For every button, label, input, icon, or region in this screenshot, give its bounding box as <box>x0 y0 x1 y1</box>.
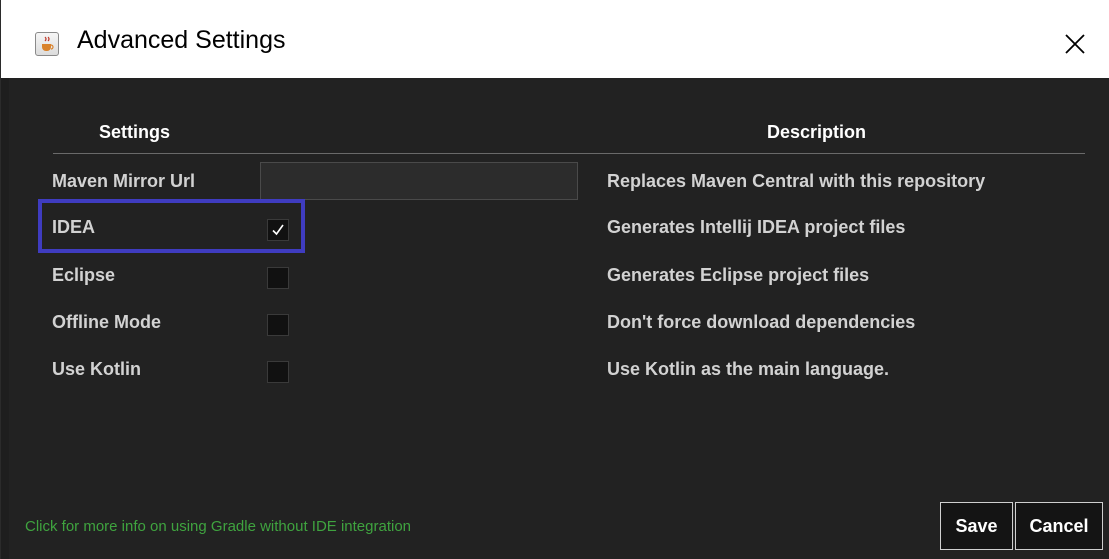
setting-label-offline-mode: Offline Mode <box>52 312 161 332</box>
save-button[interactable]: Save <box>940 502 1013 550</box>
settings-panel: Settings Description Maven Mirror Url Re… <box>1 78 1109 559</box>
maven-mirror-url-input[interactable] <box>260 162 578 200</box>
title-bar[interactable]: Advanced Settings <box>1 0 1109 78</box>
setting-description-use-kotlin: Use Kotlin as the main language. <box>607 359 890 379</box>
setting-description-idea: Generates Intellij IDEA project files <box>607 217 906 237</box>
header-divider <box>53 153 1085 154</box>
column-header-settings: Settings <box>99 122 171 142</box>
offline-mode-checkbox[interactable] <box>267 314 289 336</box>
close-icon[interactable] <box>1057 26 1093 62</box>
java-cup-icon <box>35 32 59 56</box>
advanced-settings-dialog: Advanced Settings Settings Description M… <box>0 0 1109 559</box>
setting-label-maven-mirror-url: Maven Mirror Url <box>52 171 196 191</box>
window-title: Advanced Settings <box>77 26 286 54</box>
use-kotlin-checkbox[interactable] <box>267 361 289 383</box>
idea-highlight-box <box>38 199 305 253</box>
setting-label-eclipse: Eclipse <box>52 265 116 285</box>
gradle-info-link[interactable]: Click for more info on using Gradle with… <box>25 518 411 535</box>
cancel-button[interactable]: Cancel <box>1015 502 1103 550</box>
setting-label-use-kotlin: Use Kotlin <box>52 359 142 379</box>
setting-description-offline-mode: Don't force download dependencies <box>607 312 916 332</box>
column-header-description: Description <box>767 122 867 142</box>
setting-description-eclipse: Generates Eclipse project files <box>607 265 870 285</box>
eclipse-checkbox[interactable] <box>267 267 289 289</box>
setting-description-maven-mirror-url: Replaces Maven Central with this reposit… <box>607 171 986 191</box>
